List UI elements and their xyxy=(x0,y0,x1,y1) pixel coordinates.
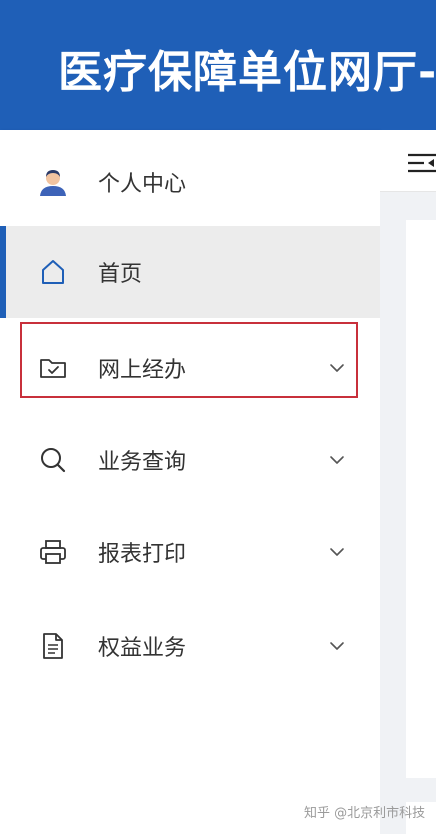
sidebar-item-label: 权益业务 xyxy=(98,636,187,661)
sidebar-item-label: 首页 xyxy=(98,262,143,287)
user-avatar-icon xyxy=(36,165,70,199)
sidebar-item-personal-center[interactable]: 个人中心 xyxy=(0,136,380,228)
content-panel xyxy=(406,220,436,778)
sidebar-item-label: 业务查询 xyxy=(98,450,187,475)
search-icon xyxy=(36,443,70,477)
sidebar-item-report-print[interactable]: 报表打印 xyxy=(0,506,380,598)
sidebar-item-label: 个人中心 xyxy=(98,172,187,197)
folder-check-icon xyxy=(36,351,70,385)
chevron-down-icon[interactable] xyxy=(326,635,348,657)
app-header: 医疗保障单位网厅- xyxy=(0,0,436,130)
toolbar xyxy=(380,130,436,192)
menu-collapse-icon[interactable] xyxy=(406,152,436,174)
document-icon xyxy=(36,629,70,663)
page-title: 医疗保障单位网厅- xyxy=(58,47,436,98)
chevron-down-icon[interactable] xyxy=(326,449,348,471)
sidebar-item-label: 报表打印 xyxy=(98,542,187,567)
sidebar-item-online-handling[interactable]: 网上经办 xyxy=(0,322,380,414)
sidebar: 个人中心 首页 网上经办 业务查询 报表打印 权益业务 xyxy=(0,130,380,834)
printer-icon xyxy=(36,535,70,569)
sidebar-item-business-query[interactable]: 业务查询 xyxy=(0,414,380,506)
chevron-down-icon[interactable] xyxy=(326,357,348,379)
watermark-text: 知乎 @北京利市科技 xyxy=(304,806,426,821)
main-content xyxy=(380,130,436,834)
sidebar-item-rights-business[interactable]: 权益业务 xyxy=(0,600,380,692)
sidebar-item-home[interactable]: 首页 xyxy=(0,226,380,318)
home-icon xyxy=(36,255,70,289)
chevron-down-icon[interactable] xyxy=(326,541,348,563)
sidebar-item-label: 网上经办 xyxy=(98,358,187,383)
